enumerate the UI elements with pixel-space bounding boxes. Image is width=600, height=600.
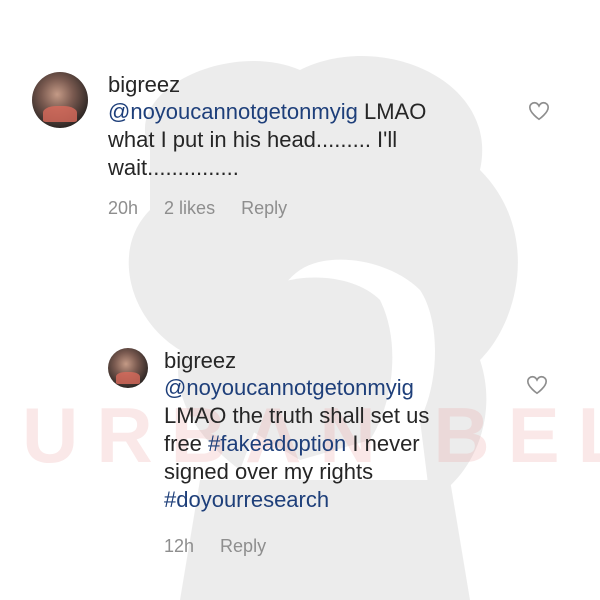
comment-text-line: signed over my rights — [164, 459, 374, 484]
profile-avatar[interactable] — [32, 72, 88, 128]
comment-text-line: free — [164, 431, 209, 456]
hashtag-link[interactable]: #doyourresearch — [164, 487, 329, 512]
heart-outline-icon[interactable] — [526, 374, 548, 396]
comment-text: @noyoucannotgetonmyig LMAO what I put in… — [108, 98, 426, 182]
username[interactable]: bigreez — [108, 72, 426, 98]
comment-body: bigreez @noyoucannotgetonmyig LMAO what … — [108, 72, 426, 219]
mention-link[interactable]: @noyoucannotgetonmyig — [164, 375, 414, 400]
mention-link[interactable]: @noyoucannotgetonmyig — [108, 99, 358, 124]
heart-outline-icon[interactable] — [528, 100, 550, 122]
reply-button[interactable]: Reply — [220, 536, 266, 557]
timestamp: 20h — [108, 198, 139, 218]
comment-body: bigreez @noyoucannotgetonmyig LMAO the t… — [164, 348, 429, 557]
reply-button[interactable]: Reply — [241, 198, 287, 219]
comment-text-line: I never — [346, 431, 420, 456]
comment-meta: 20h 2 likes Reply — [108, 198, 426, 219]
username[interactable]: bigreez — [164, 348, 429, 374]
comment-meta: 12h Reply — [164, 536, 429, 557]
profile-avatar[interactable] — [108, 348, 148, 388]
likes-count[interactable]: 2 likes — [164, 198, 215, 219]
comment-text-line: LMAO the truth shall set us — [164, 403, 430, 428]
hashtag-link[interactable]: #fakeadoption — [208, 431, 346, 456]
comment-text: @noyoucannotgetonmyig LMAO the truth sha… — [164, 374, 429, 514]
timestamp: 12h — [164, 536, 195, 556]
